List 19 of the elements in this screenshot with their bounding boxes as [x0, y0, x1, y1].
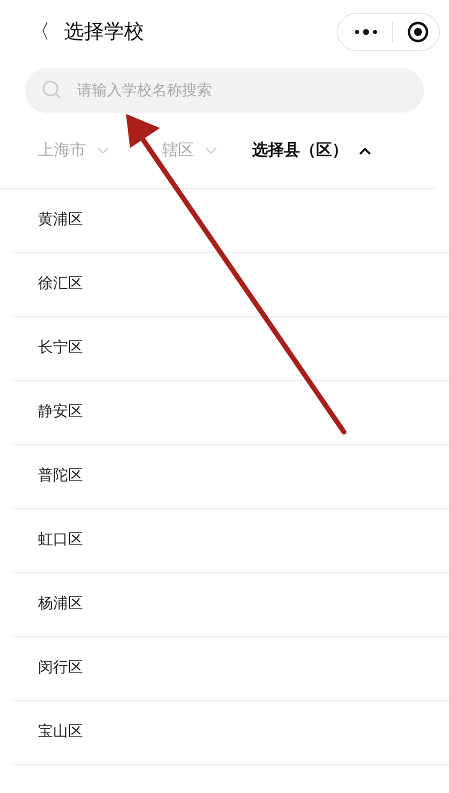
page-title: 选择学校: [64, 20, 144, 45]
district-item[interactable]: 静安区: [14, 381, 449, 445]
more-icon[interactable]: [354, 28, 378, 36]
district-item[interactable]: 杨浦区: [14, 573, 449, 637]
district-item[interactable]: 宝山区: [14, 701, 449, 765]
chevron-down-icon: [204, 146, 218, 155]
search-icon: [42, 80, 62, 100]
chevron-down-icon: [96, 146, 110, 155]
caret-up-icon: [358, 146, 372, 155]
search-field[interactable]: 请输入学校名称搜索: [25, 68, 424, 113]
district-item[interactable]: 黄浦区: [14, 189, 449, 253]
district-item[interactable]: 虹口区: [14, 509, 449, 573]
back-button[interactable]: 〈: [30, 17, 58, 47]
district-item[interactable]: 长宁区: [14, 317, 449, 381]
district-item[interactable]: 徐汇区: [14, 253, 449, 317]
district-item[interactable]: 闵行区: [14, 637, 449, 701]
target-icon[interactable]: [407, 21, 429, 43]
region-tab[interactable]: 选择县（区）: [252, 138, 372, 162]
district-item[interactable]: 普陀区: [14, 445, 449, 509]
